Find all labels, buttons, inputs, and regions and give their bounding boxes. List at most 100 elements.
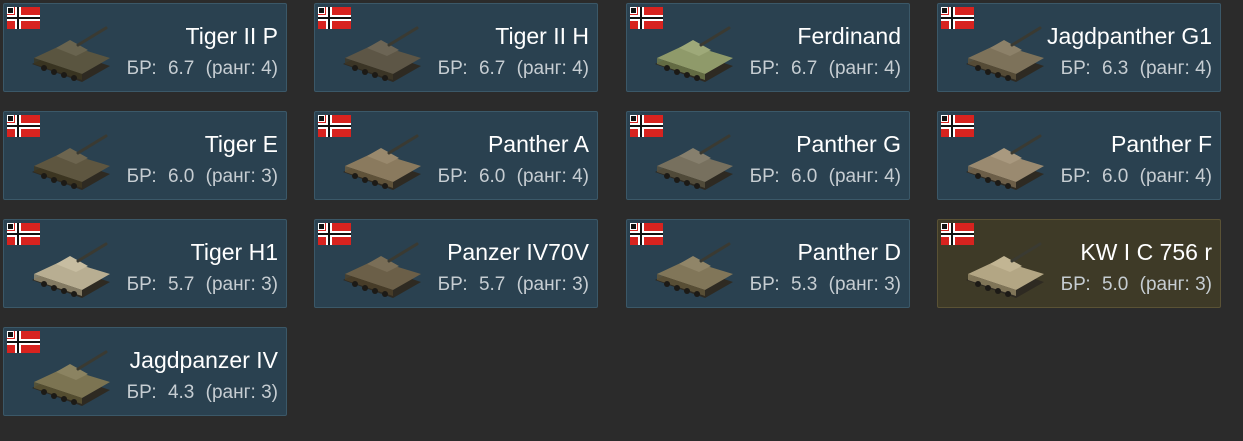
vehicle-card-tiger-ii-p[interactable]: Tiger II P БР: 6.7 (ранг: 4) xyxy=(3,3,287,92)
br-value: 4.3 xyxy=(167,382,195,403)
rank-label: (ранг: 3) xyxy=(1139,274,1212,295)
tank-thumbnail-icon xyxy=(343,26,421,82)
rank-label-text: ранг: xyxy=(211,382,256,403)
tank-thumbnail-icon xyxy=(32,26,110,82)
rank-value: 3 xyxy=(572,274,583,295)
vehicle-name: Jagdpanther G1 xyxy=(1047,23,1212,49)
vehicle-name: Ferdinand xyxy=(797,23,901,49)
br-label: БР: xyxy=(1060,274,1091,295)
br-label: БР: xyxy=(437,58,468,79)
vehicle-card-jagdpanzer-iv[interactable]: Jagdpanzer IV БР: 4.3 (ранг: 3) xyxy=(3,327,287,416)
rank-value: 4 xyxy=(572,58,583,79)
vehicle-battle-rating: БР: 4.3 (ранг: 3) xyxy=(127,381,278,405)
vehicle-card-tiger-e[interactable]: Tiger E БР: 6.0 (ранг: 3) xyxy=(3,111,287,200)
tank-thumbnail-icon xyxy=(966,134,1044,190)
vehicle-card-panther-g[interactable]: Panther G БР: 6.0 (ранг: 4) xyxy=(626,111,910,200)
tank-thumbnail-icon xyxy=(32,242,110,298)
tank-thumbnail-icon xyxy=(966,26,1044,82)
tank-thumbnail-icon xyxy=(655,26,733,82)
tank-thumbnail-icon xyxy=(32,350,110,406)
vehicle-card-kw-i-c-756-r[interactable]: KW I C 756 r БР: 5.0 (ранг: 3) xyxy=(937,219,1221,308)
rank-label: (ранг: 3) xyxy=(516,274,589,295)
vehicle-name: Panther F xyxy=(1111,131,1212,157)
br-value: 6.0 xyxy=(790,166,818,187)
tank-thumbnail-icon xyxy=(655,134,733,190)
br-value: 6.0 xyxy=(167,166,195,187)
rank-value: 4 xyxy=(1195,58,1206,79)
vehicle-card-panther-d[interactable]: Panther D БР: 5.3 (ранг: 3) xyxy=(626,219,910,308)
vehicle-card-panzer-iv70v[interactable]: Panzer IV70V БР: 5.7 (ранг: 3) xyxy=(314,219,598,308)
vehicle-battle-rating: БР: 5.3 (ранг: 3) xyxy=(750,273,901,297)
vehicle-card-tiger-ii-h[interactable]: Tiger II H БР: 6.7 (ранг: 4) xyxy=(314,3,598,92)
br-label: БР: xyxy=(749,166,780,187)
rank-label: (ранг: 4) xyxy=(1139,58,1212,79)
rank-label: (ранг: 3) xyxy=(205,274,278,295)
vehicle-battle-rating: БР: 6.0 (ранг: 3) xyxy=(127,165,278,189)
rank-label-text: ранг: xyxy=(211,166,256,187)
br-label: БР: xyxy=(126,166,157,187)
br-value: 6.3 xyxy=(1101,58,1129,79)
vehicle-card-jagdpanther-g1[interactable]: Jagdpanther G1 БР: 6.3 (ранг: 4) xyxy=(937,3,1221,92)
vehicle-name: Panzer IV70V xyxy=(447,239,589,265)
rank-value: 3 xyxy=(1195,274,1206,295)
rank-value: 4 xyxy=(884,58,895,79)
rank-label-text: ранг: xyxy=(834,274,879,295)
rank-label-text: ранг: xyxy=(1145,58,1190,79)
rank-label: (ранг: 4) xyxy=(828,166,901,187)
vehicle-name: KW I C 756 r xyxy=(1080,239,1212,265)
tank-thumbnail-icon xyxy=(32,134,110,190)
vehicle-card-ferdinand[interactable]: Ferdinand БР: 6.7 (ранг: 4) xyxy=(626,3,910,92)
vehicle-battle-rating: БР: 6.0 (ранг: 4) xyxy=(1061,165,1212,189)
br-label: БР: xyxy=(126,58,157,79)
br-value: 5.0 xyxy=(1101,274,1129,295)
br-label: БР: xyxy=(437,274,468,295)
vehicle-battle-rating: БР: 6.0 (ранг: 4) xyxy=(438,165,589,189)
tank-thumbnail-icon xyxy=(655,242,733,298)
vehicle-name: Tiger II P xyxy=(185,23,278,49)
br-label: БР: xyxy=(749,274,780,295)
br-label: БР: xyxy=(437,166,468,187)
rank-value: 3 xyxy=(884,274,895,295)
rank-label: (ранг: 3) xyxy=(205,382,278,403)
br-value: 5.3 xyxy=(790,274,818,295)
tank-thumbnail-icon xyxy=(966,242,1044,298)
br-value: 6.7 xyxy=(478,58,506,79)
br-label: БР: xyxy=(1060,166,1091,187)
vehicle-name: Panther G xyxy=(796,131,901,157)
rank-value: 3 xyxy=(261,382,272,403)
vehicle-grid: Tiger II P БР: 6.7 (ранг: 4) Tiger II H … xyxy=(0,0,1243,441)
rank-label-text: ранг: xyxy=(834,58,879,79)
rank-label-text: ранг: xyxy=(211,58,256,79)
rank-value: 4 xyxy=(261,58,272,79)
br-label: БР: xyxy=(1060,58,1091,79)
vehicle-name: Panther D xyxy=(797,239,901,265)
rank-label: (ранг: 4) xyxy=(516,58,589,79)
rank-label-text: ранг: xyxy=(522,166,567,187)
tank-thumbnail-icon xyxy=(343,242,421,298)
vehicle-battle-rating: БР: 5.7 (ранг: 3) xyxy=(438,273,589,297)
vehicle-card-tiger-h1[interactable]: Tiger H1 БР: 5.7 (ранг: 3) xyxy=(3,219,287,308)
br-value: 6.0 xyxy=(478,166,506,187)
vehicle-battle-rating: БР: 6.7 (ранг: 4) xyxy=(750,57,901,81)
br-value: 6.0 xyxy=(1101,166,1129,187)
vehicle-card-panther-a[interactable]: Panther A БР: 6.0 (ранг: 4) xyxy=(314,111,598,200)
tank-thumbnail-icon xyxy=(343,134,421,190)
vehicle-battle-rating: БР: 6.0 (ранг: 4) xyxy=(750,165,901,189)
br-label: БР: xyxy=(126,382,157,403)
vehicle-battle-rating: БР: 6.7 (ранг: 4) xyxy=(127,57,278,81)
vehicle-battle-rating: БР: 6.7 (ранг: 4) xyxy=(438,57,589,81)
rank-label-text: ранг: xyxy=(211,274,256,295)
vehicle-name: Tiger E xyxy=(204,131,278,157)
rank-label-text: ранг: xyxy=(522,58,567,79)
rank-value: 4 xyxy=(1195,166,1206,187)
rank-label-text: ранг: xyxy=(834,166,879,187)
vehicle-card-panther-f[interactable]: Panther F БР: 6.0 (ранг: 4) xyxy=(937,111,1221,200)
vehicle-name: Jagdpanzer IV xyxy=(129,347,278,373)
vehicle-name: Tiger H1 xyxy=(190,239,278,265)
rank-value: 4 xyxy=(884,166,895,187)
rank-value: 3 xyxy=(261,274,272,295)
rank-label: (ранг: 4) xyxy=(205,58,278,79)
rank-label: (ранг: 4) xyxy=(516,166,589,187)
rank-label: (ранг: 3) xyxy=(205,166,278,187)
vehicle-battle-rating: БР: 5.0 (ранг: 3) xyxy=(1061,273,1212,297)
